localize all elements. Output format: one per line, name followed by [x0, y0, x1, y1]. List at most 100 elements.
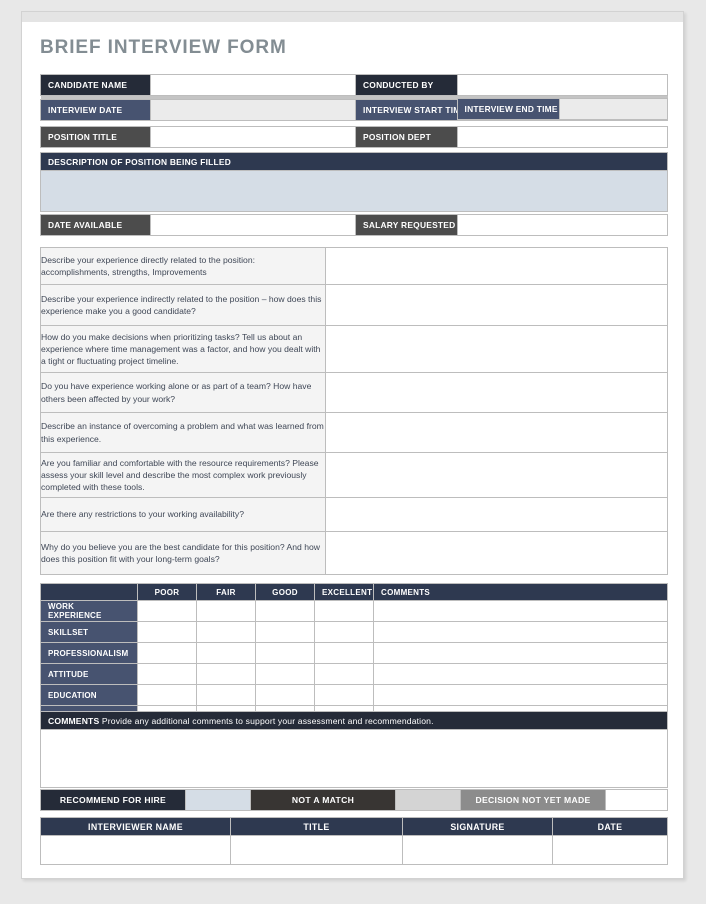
rating-column-good: GOOD: [255, 583, 315, 601]
comments-table: COMMENTS Provide any additional comments…: [40, 711, 668, 788]
rating-cell-comments[interactable]: [373, 642, 668, 664]
question-answer[interactable]: [325, 452, 668, 498]
rating-cell-poor[interactable]: [137, 684, 197, 706]
rating-row-label: EDUCATION: [40, 684, 138, 706]
input-conducted-by[interactable]: [457, 74, 668, 96]
input-comments[interactable]: [40, 729, 668, 788]
question-prompt: Are there any restrictions to your worki…: [40, 497, 326, 532]
label-conducted-by: CONDUCTED BY: [355, 74, 458, 96]
row-interview-end-time: INTERVIEW END TIME: [40, 98, 668, 120]
rating-row: SKILLSET: [40, 621, 668, 643]
signature-row: [40, 835, 668, 865]
signature-column-date: DATE: [552, 817, 668, 836]
label-salary-requested: SALARY REQUESTED: [355, 214, 458, 236]
question-prompt: Are you familiar and comfortable with th…: [40, 452, 326, 498]
decision-table: RECOMMEND FOR HIRE NOT A MATCH DECISION …: [40, 789, 668, 811]
input-interviewer-title[interactable]: [230, 835, 403, 865]
input-interviewer-name[interactable]: [40, 835, 231, 865]
rating-cell-comments[interactable]: [373, 621, 668, 643]
question-prompt: Describe your experience indirectly rela…: [40, 284, 326, 326]
question-answer[interactable]: [325, 325, 668, 373]
label-description-banner: DESCRIPTION OF POSITION BEING FILLED: [40, 152, 668, 171]
input-candidate-name[interactable]: [150, 74, 356, 96]
input-date-available[interactable]: [150, 214, 356, 236]
question-answer[interactable]: [325, 247, 668, 285]
rating-cell-fair[interactable]: [196, 663, 256, 685]
rating-cell-fair[interactable]: [196, 642, 256, 664]
label-recommend-for-hire: RECOMMEND FOR HIRE: [40, 789, 186, 811]
question-answer[interactable]: [325, 284, 668, 326]
rating-cell-excellent[interactable]: [314, 621, 374, 643]
position-fields-table: POSITION TITLE POSITION DEPT: [40, 126, 668, 148]
rating-cell-poor[interactable]: [137, 600, 197, 622]
rating-cell-poor[interactable]: [137, 663, 197, 685]
rating-cell-excellent[interactable]: [314, 684, 374, 706]
description-table: DESCRIPTION OF POSITION BEING FILLED: [40, 152, 668, 212]
availability-table: DATE AVAILABLE SALARY REQUESTED: [40, 214, 668, 236]
rating-cell-comments[interactable]: [373, 663, 668, 685]
question-answer[interactable]: [325, 412, 668, 453]
rating-cell-good[interactable]: [255, 621, 315, 643]
rating-cell-excellent[interactable]: [314, 600, 374, 622]
signature-column-signature: SIGNATURE: [402, 817, 553, 836]
rating-cell-fair[interactable]: [196, 684, 256, 706]
question-row: How do you make decisions when prioritiz…: [40, 325, 668, 373]
question-answer[interactable]: [325, 497, 668, 532]
rating-cell-fair[interactable]: [196, 621, 256, 643]
row-comments-body: [40, 729, 668, 788]
rating-row: EDUCATION: [40, 684, 668, 706]
question-row: Describe your experience directly relate…: [40, 247, 668, 285]
rating-cell-good[interactable]: [255, 642, 315, 664]
input-signature[interactable]: [402, 835, 553, 865]
form-page: BRIEF INTERVIEW FORM CANDIDATE NAME COND…: [21, 11, 684, 879]
rating-row-label: ATTITUDE: [40, 663, 138, 685]
rating-cell-fair[interactable]: [196, 600, 256, 622]
input-position-title[interactable]: [150, 126, 356, 148]
rating-cell-excellent[interactable]: [314, 642, 374, 664]
rating-row: WORK EXPERIENCE: [40, 600, 668, 622]
question-answer[interactable]: [325, 531, 668, 575]
signature-column-title: TITLE: [230, 817, 403, 836]
label-interview-end-time: INTERVIEW END TIME: [456, 98, 560, 120]
row-candidate-name: CANDIDATE NAME CONDUCTED BY: [40, 74, 668, 96]
rating-cell-excellent[interactable]: [314, 663, 374, 685]
signature-column-interviewer-name: INTERVIEWER NAME: [40, 817, 231, 836]
signature-header-row: INTERVIEWER NAME TITLE SIGNATURE DATE: [40, 817, 668, 836]
question-row: Are there any restrictions to your worki…: [40, 497, 668, 532]
question-prompt: Describe an instance of overcoming a pro…: [40, 412, 326, 453]
input-date[interactable]: [552, 835, 668, 865]
question-answer[interactable]: [325, 372, 668, 413]
rating-row: PROFESSIONALISM: [40, 642, 668, 664]
question-row: Describe your experience indirectly rela…: [40, 284, 668, 326]
rating-row-label: SKILLSET: [40, 621, 138, 643]
rating-cell-poor[interactable]: [137, 621, 197, 643]
rating-cell-good[interactable]: [255, 600, 315, 622]
label-decision-not-yet-made: DECISION NOT YET MADE: [460, 789, 606, 811]
comments-description: Provide any additional comments to suppo…: [101, 715, 434, 726]
rating-table: POOR FAIR GOOD EXCELLENT COMMENTS WORK E…: [40, 583, 668, 727]
row-position: POSITION TITLE POSITION DEPT: [40, 126, 668, 148]
rating-column-excellent: EXCELLENT: [314, 583, 374, 601]
rating-cell-poor[interactable]: [137, 642, 197, 664]
checkbox-decision-not-yet-made[interactable]: [605, 789, 668, 811]
row-availability: DATE AVAILABLE SALARY REQUESTED: [40, 214, 668, 236]
input-salary-requested[interactable]: [457, 214, 668, 236]
input-interview-end-time[interactable]: [558, 98, 668, 120]
rating-column-fair: FAIR: [196, 583, 256, 601]
rating-cell-good[interactable]: [255, 684, 315, 706]
question-row: Do you have experience working alone or …: [40, 372, 668, 413]
rating-cell-comments[interactable]: [373, 684, 668, 706]
row-description-body: [40, 170, 668, 212]
rating-row-label: WORK EXPERIENCE: [40, 600, 138, 622]
input-description[interactable]: [40, 170, 668, 212]
question-prompt: How do you make decisions when prioritiz…: [40, 325, 326, 373]
rating-cell-comments[interactable]: [373, 600, 668, 622]
rating-header-blank: [40, 583, 138, 601]
checkbox-not-a-match[interactable]: [395, 789, 461, 811]
rating-cell-good[interactable]: [255, 663, 315, 685]
checkbox-recommend-for-hire[interactable]: [185, 789, 251, 811]
label-date-available: DATE AVAILABLE: [40, 214, 151, 236]
input-position-dept[interactable]: [457, 126, 668, 148]
question-prompt: Why do you believe you are the best cand…: [40, 531, 326, 575]
row-description-banner: DESCRIPTION OF POSITION BEING FILLED: [40, 152, 668, 171]
